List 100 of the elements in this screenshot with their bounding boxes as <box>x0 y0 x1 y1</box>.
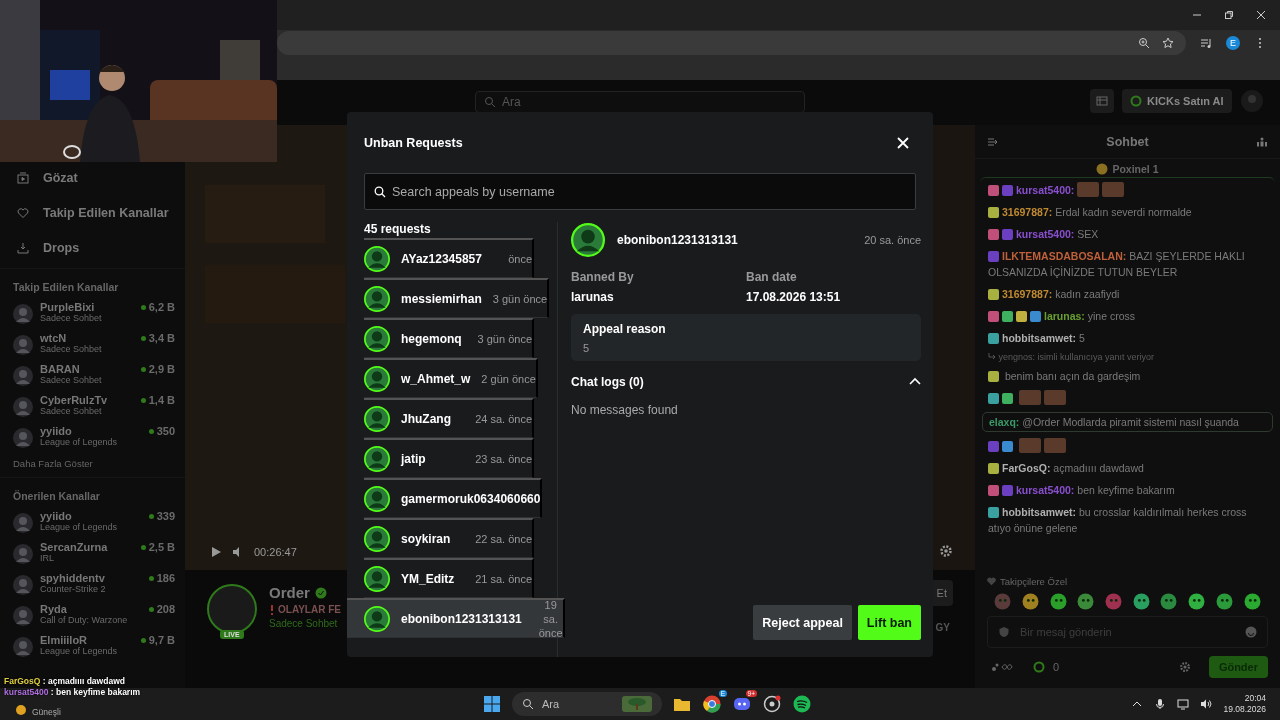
channel-avatar <box>13 304 33 324</box>
show-more-link[interactable]: Daha Fazla Göster <box>0 454 185 475</box>
request-item[interactable]: gamermoruk0634060660 <box>364 478 543 518</box>
chat-message: larunas: yine cross <box>988 308 1267 324</box>
overlay-chat-text: : açmadıııı dawdawd <box>42 676 125 686</box>
zoom-icon[interactable] <box>1138 37 1150 49</box>
clock[interactable]: 20:04 19.08.2026 <box>1223 693 1266 715</box>
channel-avatar <box>13 397 33 417</box>
settings-icon[interactable] <box>1178 661 1191 673</box>
play-icon[interactable] <box>210 546 222 558</box>
camera-app-icon[interactable] <box>762 694 782 714</box>
collapse-icon[interactable] <box>987 135 999 148</box>
chat-username[interactable]: elaxq: <box>989 416 1020 428</box>
channel-name[interactable]: wtcN <box>40 332 134 344</box>
channel-name[interactable]: yyiido <box>40 510 142 522</box>
channel-name[interactable]: yyiido <box>40 425 142 437</box>
channel-category: Sadece Sohbet <box>40 344 103 354</box>
request-item[interactable]: JhuZang 24 sa. önce <box>364 398 534 438</box>
viewer-count: 339 <box>148 510 175 522</box>
medal-icon <box>1096 163 1109 175</box>
chat-username[interactable]: 31697887: <box>1002 288 1053 300</box>
windows-icon[interactable] <box>482 694 502 714</box>
chat-username[interactable]: 31697887: <box>1002 206 1053 218</box>
field-value: larunas <box>571 290 615 304</box>
chat-message: 31697887: kadın zaafiydi <box>988 286 1267 302</box>
settings-icon[interactable] <box>939 544 953 558</box>
request-item[interactable]: messiemirhan 3 gün önce <box>364 278 550 318</box>
channel-name[interactable]: Order <box>269 584 310 601</box>
chat-username[interactable]: larunas: <box>1044 310 1085 322</box>
emote-icon[interactable] <box>1215 593 1233 610</box>
chat-username[interactable]: FarGosQ: <box>1002 462 1051 474</box>
channel-name[interactable]: ElmiiiloR <box>40 634 134 646</box>
verified-icon <box>314 586 327 599</box>
search-field[interactable]: Search appeals by username <box>364 173 916 210</box>
channel-category: League of Legends <box>40 522 119 532</box>
shield-icon <box>998 626 1010 638</box>
dialog-title: Unban Requests <box>364 135 463 150</box>
emote-icon[interactable] <box>1160 593 1178 610</box>
star-icon[interactable] <box>1162 37 1174 49</box>
field-label: Banned By <box>571 270 635 284</box>
channel-name[interactable]: CyberRulzTv <box>40 394 134 406</box>
search-field[interactable]: Ara <box>475 91 805 113</box>
coin-icon <box>1130 95 1142 107</box>
stream-category[interactable]: Sadece Sohbet <box>269 618 341 629</box>
channel-category: League of Legends <box>40 437 119 447</box>
viewer-count: 6,2 B <box>140 301 175 313</box>
nav-item[interactable]: Takip Edilen Kanallar <box>0 198 185 228</box>
monitor-icon[interactable] <box>1177 698 1190 710</box>
channel-category: IRL <box>40 553 55 563</box>
music-app-icon[interactable] <box>792 694 812 714</box>
reject-button[interactable]: Reject appeal <box>753 605 852 640</box>
lift-ban-button[interactable]: Lift ban <box>857 605 921 640</box>
restore-icon[interactable] <box>1224 10 1234 20</box>
chat-logs-toggle[interactable]: Chat logs (0) <box>571 375 921 389</box>
microphone-icon[interactable] <box>1154 698 1167 710</box>
emote-icon[interactable] <box>1077 593 1095 610</box>
close-button[interactable] <box>897 136 909 149</box>
channel-name[interactable]: Ryda <box>40 603 142 615</box>
overlay-username: kursat5400 <box>4 687 49 697</box>
emote-icon <box>1019 390 1041 405</box>
request-item[interactable]: AYaz12345857 önce <box>364 238 534 278</box>
chat-username[interactable]: kursat5400: <box>1016 184 1075 196</box>
emote-icon <box>1044 390 1066 405</box>
request-item[interactable]: ebonibon1231313131 19 sa. önce <box>347 598 565 638</box>
channel-name[interactable]: spyhiddentv <box>40 572 142 584</box>
browser-icon[interactable] <box>702 694 722 714</box>
channel-name[interactable]: PurpleBixi <box>40 301 134 313</box>
coin-icon <box>1033 661 1045 673</box>
chat-username[interactable]: kursat5400: <box>1016 228 1075 240</box>
profile-avatar[interactable]: E <box>1226 36 1240 50</box>
kicks-button[interactable]: KICKs Satın Al <box>1122 89 1232 113</box>
channel-name[interactable]: BARAN <box>40 363 134 375</box>
nav-item[interactable]: Gözat <box>0 163 185 193</box>
media-icon[interactable] <box>1200 37 1212 49</box>
emote-icon[interactable] <box>1049 593 1067 610</box>
emoji-icon[interactable] <box>1245 626 1257 638</box>
close-icon[interactable] <box>1256 10 1266 20</box>
taskbar-search[interactable]: Ara <box>512 692 662 716</box>
emote-icon[interactable] <box>1188 593 1206 610</box>
chat-username[interactable]: hobbitsamwet: <box>1002 332 1077 344</box>
users-icon[interactable] <box>1256 135 1268 148</box>
chat-username[interactable]: hobbitsamwet: <box>1002 506 1077 518</box>
overlay-username: FarGosQ <box>4 676 41 686</box>
request-item[interactable]: w_Ahmet_w 2 gün önce <box>364 358 538 398</box>
volume-icon[interactable] <box>1200 698 1213 710</box>
channel-category: League of Legends <box>40 646 119 656</box>
emote-icon[interactable] <box>1022 593 1040 610</box>
chat-message: hobbitsamwet: bu crosslar kaldırılmalı herkes cross atıyo önüne gelene <box>988 505 1248 536</box>
channel-name[interactable]: SercanZurna <box>40 541 134 553</box>
chat-username[interactable]: ILKTEMASDABOSALAN: <box>1002 250 1127 262</box>
emote-icon[interactable] <box>1243 593 1261 610</box>
library-button[interactable] <box>1090 89 1114 113</box>
chat-username[interactable]: kursat5400: <box>1016 484 1075 496</box>
pinned-user[interactable]: Poxinel 1 <box>1112 163 1159 175</box>
request-item[interactable]: soykiran 22 sa. önce <box>364 518 534 558</box>
emote-icon[interactable] <box>1132 593 1150 610</box>
request-item[interactable]: jatip 23 sa. önce <box>364 438 534 478</box>
request-item[interactable]: hegemonq 3 gün önce <box>364 318 534 358</box>
nav-item[interactable]: Drops <box>0 233 185 263</box>
field-value: 17.08.2026 13:51 <box>746 290 842 304</box>
